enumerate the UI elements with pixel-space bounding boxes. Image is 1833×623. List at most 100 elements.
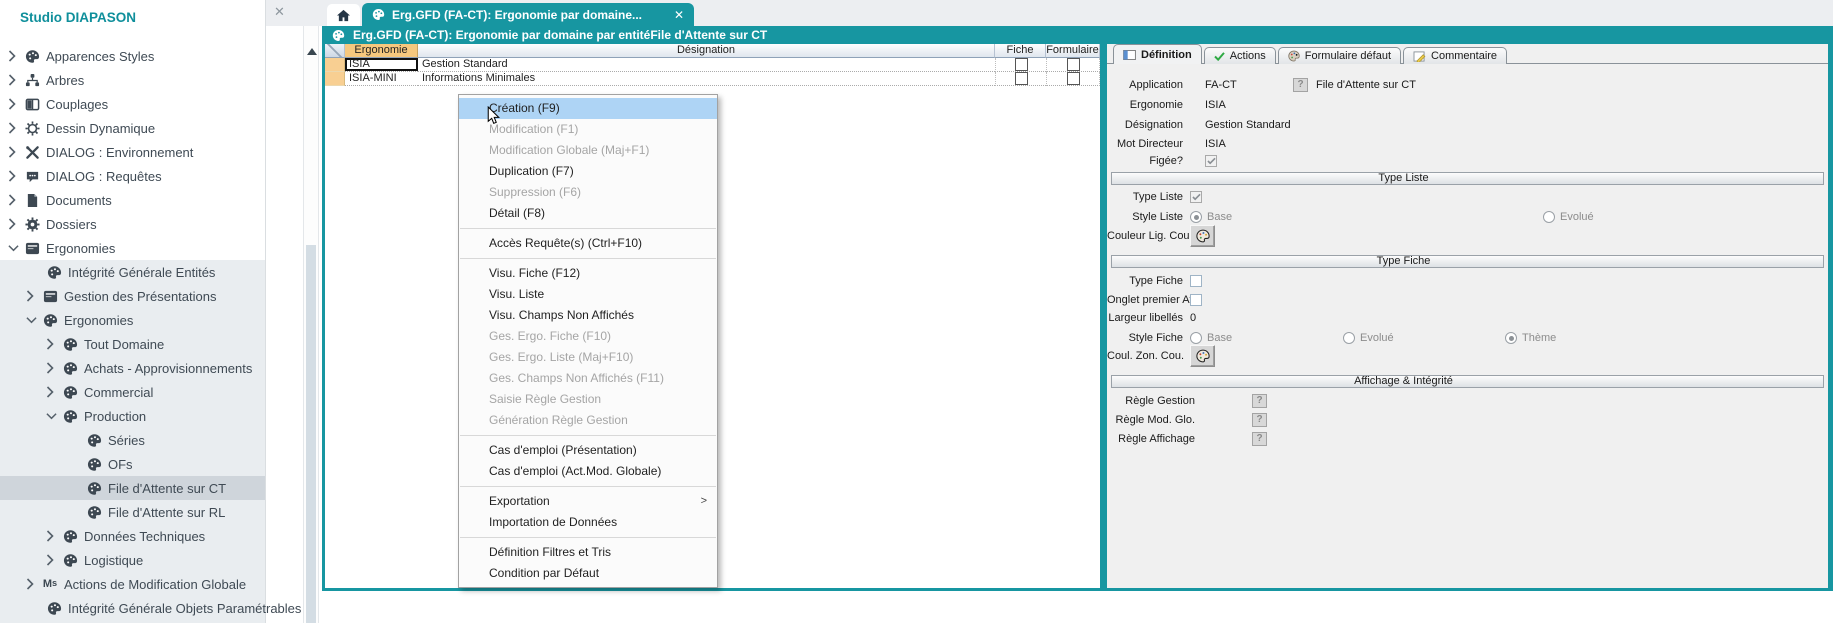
cell-designation[interactable]: Gestion Standard: [418, 58, 995, 72]
chevron-right-icon[interactable]: [8, 218, 18, 230]
sidebar-item-production[interactable]: Production: [0, 404, 265, 428]
menu-item-acces-requetes[interactable]: Accès Requête(s) (Ctrl+F10): [459, 233, 717, 254]
chevron-right-icon[interactable]: [46, 530, 56, 542]
style-fiche-theme-option[interactable]: Thème: [1505, 332, 1556, 344]
chevron-right-icon[interactable]: [8, 194, 18, 206]
chevron-right-icon[interactable]: [46, 386, 56, 398]
chevron-right-icon[interactable]: [46, 338, 56, 350]
tab-home[interactable]: [327, 4, 360, 26]
column-header-formulaire[interactable]: Formulaire: [1046, 44, 1100, 58]
chevron-down-icon[interactable]: [8, 244, 18, 252]
help-button[interactable]: ?: [1252, 432, 1267, 446]
couleur-picker-button[interactable]: [1190, 345, 1215, 367]
style-fiche-evolue-radio[interactable]: [1343, 332, 1355, 344]
sidebar-item-arbres[interactable]: Arbres: [0, 68, 265, 92]
column-header-designation[interactable]: Désignation: [418, 44, 995, 58]
help-button[interactable]: ?: [1252, 394, 1267, 408]
column-header-ergonomie[interactable]: Ergonomie: [345, 44, 418, 58]
chevron-right-icon[interactable]: [26, 290, 36, 302]
window-splitter[interactable]: [1100, 44, 1107, 588]
chevron-right-icon[interactable]: [8, 50, 18, 62]
sidebar-item-ergonomies[interactable]: Ergonomies: [0, 236, 265, 260]
cell-fiche[interactable]: [995, 72, 1046, 86]
tree-scrollbar[interactable]: [303, 26, 319, 623]
chevron-right-icon[interactable]: [8, 122, 18, 134]
fiche-checkbox[interactable]: [1015, 72, 1028, 85]
close-icon[interactable]: ✕: [674, 8, 684, 22]
table-row[interactable]: ISIA Gestion Standard: [325, 58, 1100, 72]
menu-item-condition-par-defaut[interactable]: Condition par Défaut: [459, 563, 717, 584]
fiche-checkbox[interactable]: [1015, 58, 1028, 71]
sidebar-item-actions-modification-globale[interactable]: Ms Actions de Modification Globale: [0, 572, 265, 596]
tab-definition[interactable]: Définition: [1113, 44, 1202, 64]
style-liste-evolue-option[interactable]: Evolué: [1543, 211, 1594, 223]
menu-item-duplication[interactable]: Duplication (F7): [459, 161, 717, 182]
sidebar-item-ofs[interactable]: OFs: [0, 452, 265, 476]
mot-directeur-value[interactable]: ISIA: [1205, 138, 1226, 150]
sidebar-item-donnees-techniques[interactable]: Données Techniques: [0, 524, 265, 548]
ergonomie-value[interactable]: ISIA: [1205, 99, 1226, 111]
figee-checkbox[interactable]: [1205, 155, 1217, 167]
chevron-down-icon[interactable]: [26, 316, 36, 324]
style-liste-base-radio[interactable]: [1190, 211, 1202, 223]
menu-item-visu-fiche[interactable]: Visu. Fiche (F12): [459, 263, 717, 284]
sidebar-item-series[interactable]: Séries: [0, 428, 265, 452]
cell-ergonomie[interactable]: ISIA: [345, 58, 418, 72]
tab-formulaire-defaut[interactable]: Formulaire défaut: [1278, 47, 1401, 64]
style-fiche-evolue-option[interactable]: Evolué: [1343, 332, 1394, 344]
sidebar-item-file-attente-sur-ct[interactable]: File d'Attente sur CT: [0, 476, 265, 500]
cell-formulaire[interactable]: [1046, 72, 1100, 86]
sidebar-item-couplages[interactable]: Couplages: [0, 92, 265, 116]
chevron-right-icon[interactable]: [8, 170, 18, 182]
formulaire-checkbox[interactable]: [1067, 72, 1080, 85]
chevron-right-icon[interactable]: [8, 74, 18, 86]
sidebar-item-file-attente-sur-rl[interactable]: File d'Attente sur RL: [0, 500, 265, 524]
sidebar-item-apparences-styles[interactable]: Apparences Styles: [0, 44, 265, 68]
sidebar-item-dialog-requetes[interactable]: DIALOG : Requêtes: [0, 164, 265, 188]
table-row[interactable]: ISIA-MINI Informations Minimales: [325, 72, 1100, 86]
chevron-right-icon[interactable]: [46, 362, 56, 374]
menu-item-exportation[interactable]: Exportation>: [459, 491, 717, 512]
menu-item-importation-de-donnees[interactable]: Importation de Données: [459, 512, 717, 533]
sidebar-item-dialog-environnement[interactable]: DIALOG : Environnement: [0, 140, 265, 164]
sidebar-item-tout-domaine[interactable]: Tout Domaine: [0, 332, 265, 356]
tab-commentaire[interactable]: Commentaire: [1403, 47, 1507, 64]
menu-item-definition-filtres-et-tris[interactable]: Définition Filtres et Tris: [459, 542, 717, 563]
cell-designation[interactable]: Informations Minimales: [418, 72, 995, 86]
sidebar-item-dessin-dynamique[interactable]: Dessin Dynamique: [0, 116, 265, 140]
type-liste-checkbox[interactable]: [1190, 191, 1202, 203]
largeur-libelles-value[interactable]: 0: [1190, 312, 1196, 324]
sidebar-item-gestion-des-presentations[interactable]: Gestion des Présentations: [0, 284, 265, 308]
select-all-corner[interactable]: [325, 44, 345, 58]
chevron-right-icon[interactable]: [8, 146, 18, 158]
sidebar-item-dossiers[interactable]: Dossiers: [0, 212, 265, 236]
tab-actions[interactable]: Actions: [1204, 47, 1276, 64]
style-fiche-theme-radio[interactable]: [1505, 332, 1517, 344]
couleur-picker-button[interactable]: [1190, 225, 1215, 247]
sidebar-close-icon[interactable]: ✕: [274, 5, 285, 18]
type-fiche-checkbox[interactable]: [1190, 275, 1202, 287]
chevron-right-icon[interactable]: [46, 554, 56, 566]
designation-value[interactable]: Gestion Standard: [1205, 119, 1291, 131]
help-button[interactable]: ?: [1293, 78, 1308, 92]
application-value[interactable]: FA-CT: [1205, 79, 1237, 91]
sidebar-item-achats-approvisionnements[interactable]: Achats - Approvisionnements: [0, 356, 265, 380]
menu-item-cas-emploi-presentation[interactable]: Cas d'emploi (Présentation): [459, 440, 717, 461]
sidebar-item-commercial[interactable]: Commercial: [0, 380, 265, 404]
scroll-up-icon[interactable]: [307, 48, 317, 55]
scrollbar-thumb[interactable]: [306, 245, 316, 623]
menu-item-detail[interactable]: Détail (F8): [459, 203, 717, 224]
sidebar-item-integrite-generale-entites[interactable]: Intégrité Générale Entités: [0, 260, 265, 284]
menu-item-visu-liste[interactable]: Visu. Liste: [459, 284, 717, 305]
cell-formulaire[interactable]: [1046, 58, 1100, 72]
sidebar-item-ergonomies-child[interactable]: Ergonomies: [0, 308, 265, 332]
chevron-right-icon[interactable]: [8, 98, 18, 110]
onglet-premier-checkbox[interactable]: [1190, 294, 1202, 306]
style-fiche-base-radio[interactable]: [1190, 332, 1202, 344]
cell-fiche[interactable]: [995, 58, 1046, 72]
menu-item-cas-emploi-act-mod-globale[interactable]: Cas d'emploi (Act.Mod. Globale): [459, 461, 717, 482]
cell-ergonomie[interactable]: ISIA-MINI: [345, 72, 418, 86]
chevron-down-icon[interactable]: [46, 412, 56, 420]
menu-item-visu-champs-non-affiches[interactable]: Visu. Champs Non Affichés: [459, 305, 717, 326]
sidebar-item-integrite-objets-parametrables[interactable]: Intégrité Générale Objets Paramétrables: [0, 596, 265, 620]
